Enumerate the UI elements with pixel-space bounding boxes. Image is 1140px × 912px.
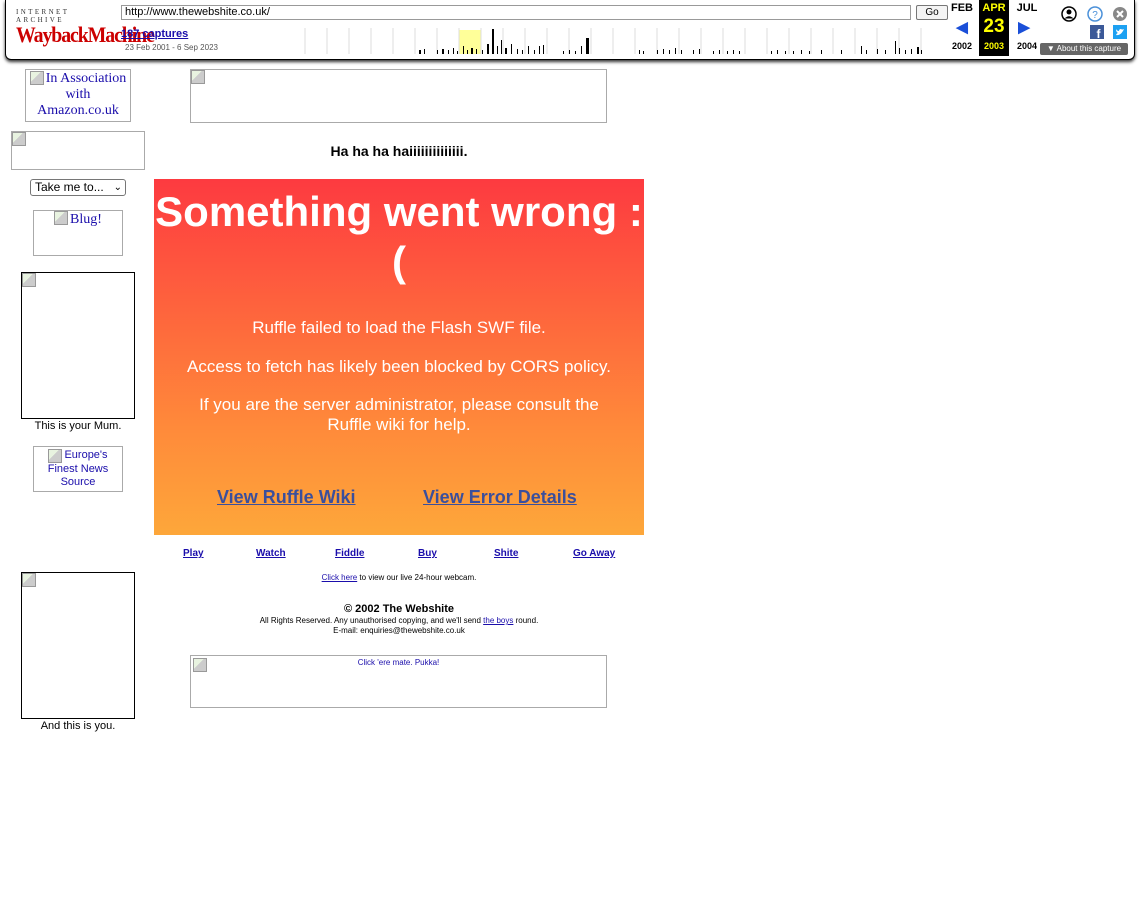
- chevron-down-icon: ⌄: [113, 182, 122, 193]
- mum-photo: [21, 272, 135, 419]
- nav-shite[interactable]: Shite: [494, 548, 518, 559]
- nav-fiddle[interactable]: Fiddle: [335, 548, 364, 559]
- about-capture-label: About this capture: [1056, 44, 1122, 53]
- nav-buy[interactable]: Buy: [418, 548, 437, 559]
- next-capture-arrow-icon[interactable]: ▶: [1009, 18, 1039, 36]
- tagline: Ha ha ha haiiiiiiiiiiiiii.: [330, 143, 468, 159]
- top-banner-image[interactable]: [190, 69, 607, 123]
- webcam-text: to view our live 24-hour webcam.: [357, 573, 477, 582]
- twitter-icon[interactable]: [1113, 25, 1127, 39]
- broken-image-icon: [48, 449, 63, 463]
- prev-year-label[interactable]: 2002: [947, 41, 977, 51]
- error-line-3: If you are the server administrator, ple…: [199, 395, 599, 434]
- capture-range: 23 Feb 2001 - 6 Sep 2023: [125, 43, 218, 52]
- rights-pre: All Rights Reserved. Any unauthorised co…: [259, 616, 484, 625]
- amazon-association-image[interactable]: In Association with Amazon.co.uk: [25, 69, 131, 122]
- email-line: E-mail: enquiries@thewebshite.co.uk: [333, 626, 465, 635]
- broken-image-icon: [191, 70, 205, 84]
- the-boys-link[interactable]: the boys: [483, 616, 513, 625]
- news-source-image[interactable]: Europe's Finest News Source: [33, 446, 123, 492]
- user-icon[interactable]: [1061, 6, 1077, 22]
- pukka-banner-image[interactable]: Click 'ere mate. Pukka!: [190, 655, 607, 708]
- current-year-label: 2003: [983, 41, 1005, 51]
- facebook-icon[interactable]: f: [1090, 25, 1104, 39]
- wayback-machine-logo: WaybackMachine: [16, 22, 155, 47]
- broken-image-icon: [29, 71, 44, 85]
- you-caption: And this is you.: [40, 720, 116, 732]
- left-banner-image: [11, 131, 145, 170]
- next-month-label[interactable]: JUL: [1012, 2, 1042, 14]
- mum-caption: This is your Mum.: [34, 420, 122, 432]
- bottom-nav: Play Watch Fiddle Buy Shite Go Away: [154, 548, 644, 562]
- prev-capture-arrow-icon[interactable]: ◀: [947, 18, 977, 36]
- webcam-link[interactable]: Click here: [322, 573, 358, 582]
- close-icon[interactable]: [1112, 6, 1128, 22]
- take-me-to-select[interactable]: Take me to... ⌄: [30, 179, 126, 196]
- rights-post: round.: [513, 616, 539, 625]
- nav-watch[interactable]: Watch: [256, 548, 286, 559]
- broken-image-icon: [12, 132, 26, 146]
- about-capture-button[interactable]: ▼ About this capture: [1040, 43, 1128, 55]
- go-button[interactable]: Go: [916, 5, 948, 20]
- broken-image-icon: [22, 273, 36, 287]
- wayback-toolbar: INTERNET ARCHIVE WaybackMachine http://w…: [5, 0, 1135, 60]
- next-year-label[interactable]: 2004: [1012, 41, 1042, 51]
- amazon-alt-text: In Association with Amazon.co.uk: [37, 71, 127, 118]
- current-day: 23: [983, 16, 1005, 37]
- prev-month-label[interactable]: FEB: [947, 2, 977, 14]
- broken-image-icon: [193, 658, 207, 672]
- broken-image-icon: [54, 211, 69, 225]
- ruffle-error-panel: Something went wrong :( Ruffle failed to…: [154, 179, 644, 535]
- copyright: © 2002 The Webshite: [344, 603, 454, 615]
- triangle-down-icon: ▼: [1046, 44, 1057, 53]
- current-year-highlight: [459, 30, 481, 54]
- you-photo: [21, 572, 135, 719]
- pukka-alt-text: Click 'ere mate. Pukka!: [357, 658, 440, 667]
- help-icon[interactable]: ?: [1087, 6, 1103, 22]
- view-error-details-link[interactable]: View Error Details: [423, 487, 577, 508]
- select-value: Take me to...: [35, 180, 104, 194]
- current-month-label: APR: [982, 2, 1006, 14]
- nav-play[interactable]: Play: [183, 548, 204, 559]
- capture-sparkline[interactable]: [301, 24, 925, 54]
- url-input[interactable]: http://www.thewebshite.co.uk/: [121, 5, 911, 20]
- error-line-1: Ruffle failed to load the Flash SWF file…: [252, 318, 546, 337]
- nav-go-away[interactable]: Go Away: [573, 548, 615, 559]
- rights-line: All Rights Reserved. Any unauthorised co…: [154, 616, 644, 625]
- svg-text:?: ?: [1092, 10, 1098, 21]
- blug-alt-text: Blug!: [70, 212, 102, 227]
- captures-link[interactable]: 187 captures: [121, 28, 188, 40]
- webcam-line: Click here to view our live 24-hour webc…: [154, 573, 644, 582]
- view-ruffle-wiki-link[interactable]: View Ruffle Wiki: [217, 487, 356, 508]
- error-line-2: Access to fetch has likely been blocked …: [187, 357, 611, 376]
- wayback-logo[interactable]: INTERNET ARCHIVE WaybackMachine: [16, 8, 155, 47]
- error-title: Something went wrong :(: [155, 188, 643, 285]
- broken-image-icon: [22, 573, 36, 587]
- blug-link-image[interactable]: Blug!: [33, 210, 123, 256]
